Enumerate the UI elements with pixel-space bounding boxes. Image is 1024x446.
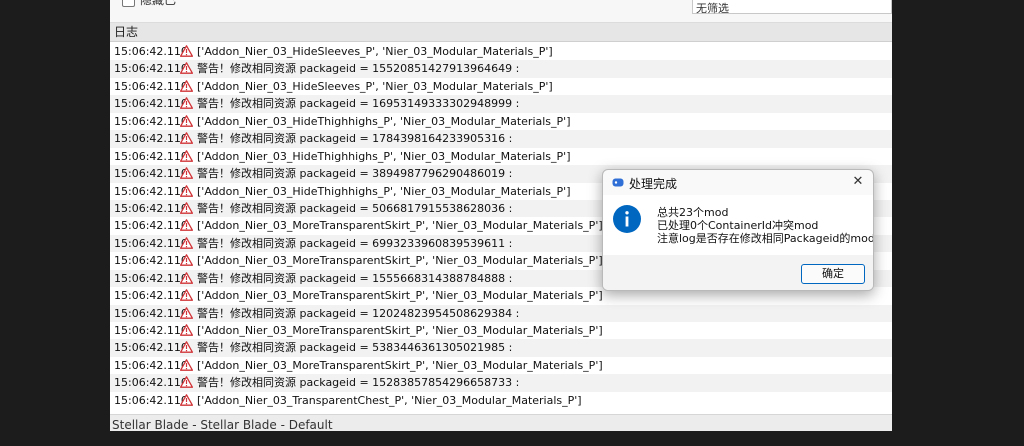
log-time: 15:06:42.110 [114, 254, 188, 268]
log-message: ['Addon_Nier_03_MoreTransparentSkirt_P',… [197, 358, 603, 372]
log-row[interactable]: 15:06:42.110 ['Addon_Nier_03_TransparentC… [110, 392, 892, 409]
log-message: 警告！修改相同资源 packageid = 699323396083953961… [197, 236, 513, 250]
log-message: ['Addon_Nier_03_MoreTransparentSkirt_P',… [197, 289, 603, 303]
log-message: ['Addon_Nier_03_TransparentChest_P', 'Ni… [197, 393, 582, 407]
filter-input[interactable]: 无筛选 [692, 0, 892, 15]
log-message: ['Addon_Nier_03_MoreTransparentSkirt_P',… [197, 254, 603, 268]
log-time: 15:06:42.110 [114, 271, 188, 285]
log-time: 15:06:42.110 [114, 306, 188, 320]
warning-triangle-icon [180, 289, 193, 301]
hide-checkbox[interactable] [122, 0, 135, 7]
info-icon [613, 205, 641, 233]
log-time: 15:06:42.110 [114, 236, 188, 250]
log-section-header: 日志 [110, 23, 892, 42]
warning-triangle-icon [180, 341, 193, 354]
log-time: 15:06:42.110 [114, 149, 188, 163]
warning-triangle-icon [180, 376, 193, 389]
warning-triangle-icon [180, 236, 193, 249]
status-bar: Stellar Blade - Stellar Blade - Default [110, 414, 892, 431]
warning-triangle-icon [180, 114, 193, 127]
log-message: 警告！修改相同资源 packageid = 120248239545086293… [197, 306, 520, 320]
log-message: ['Addon_Nier_03_HideSleeves_P', 'Nier_03… [197, 45, 553, 58]
filter-toolbar: 隐藏已 无筛选 [110, 0, 892, 23]
close-icon[interactable]: ✕ [849, 173, 867, 191]
warning-triangle-icon [180, 393, 193, 406]
dialog-message-line: 注意log是否存在修改相同Packageid的mod [657, 232, 874, 245]
log-message: 警告！修改相同资源 packageid = 169531493333029489… [197, 97, 520, 111]
log-message: ['Addon_Nier_03_HideThighhighs_P', 'Nier… [197, 184, 571, 198]
ok-button[interactable]: 确定 [801, 264, 865, 284]
log-time: 15:06:42.110 [114, 132, 188, 146]
log-message: 警告！修改相同资源 packageid = 152838578542966587… [197, 376, 520, 390]
log-row[interactable]: 15:06:42.110 警告！修改相同资源 packageid = 538344… [110, 339, 892, 357]
dialog-title: 处理完成 [629, 177, 678, 191]
log-time: 15:06:42.110 [114, 45, 188, 58]
warning-triangle-icon [180, 45, 193, 57]
warning-triangle-icon [180, 271, 193, 284]
log-message: ['Addon_Nier_03_HideThighhighs_P', 'Nier… [197, 149, 571, 163]
warning-triangle-icon [180, 219, 193, 232]
log-row[interactable]: 15:06:42.110 ['Addon_Nier_03_MoreTranspar… [110, 357, 892, 374]
log-time: 15:06:42.110 [114, 184, 188, 198]
log-time: 15:06:42.110 [114, 97, 188, 111]
log-time: 15:06:42.110 [114, 79, 188, 93]
warning-triangle-icon [180, 62, 193, 75]
log-message: ['Addon_Nier_03_HideSleeves_P', 'Nier_03… [197, 79, 553, 93]
log-time: 15:06:42.110 [114, 167, 188, 181]
log-message: ['Addon_Nier_03_HideThighhighs_P', 'Nier… [197, 114, 571, 128]
log-time: 15:06:42.110 [114, 358, 188, 372]
dialog-body: 总共23个mod 已处理0个ContainerId冲突mod 注意log是否存在… [603, 195, 873, 255]
dialog-footer: 确定 [603, 255, 873, 290]
log-row[interactable]: 15:06:42.110 警告！修改相同资源 packageid = 120248… [110, 304, 892, 322]
log-time: 15:06:42.110 [114, 219, 188, 233]
log-row[interactable]: 15:06:42.110 ['Addon_Nier_03_HideSleeves_… [110, 78, 892, 95]
log-time: 15:06:42.110 [114, 201, 188, 215]
log-message: 警告！修改相同资源 packageid = 389498779629048601… [197, 167, 513, 181]
log-message: 警告！修改相同资源 packageid = 538344636130502198… [197, 341, 513, 355]
log-time: 15:06:42.110 [114, 114, 188, 128]
log-time: 15:06:42.110 [114, 341, 188, 355]
log-row[interactable]: 15:06:42.110 ['Addon_Nier_03_HideThighhig… [110, 148, 892, 165]
dialog-message-line: 总共23个mod [657, 206, 729, 219]
log-time: 15:06:42.110 [114, 376, 188, 390]
filter-input-value: 无筛选 [696, 2, 729, 15]
log-message: ['Addon_Nier_03_MoreTransparentSkirt_P',… [197, 324, 603, 337]
warning-triangle-icon [180, 149, 193, 162]
warning-triangle-icon [180, 97, 193, 110]
log-row[interactable]: 15:06:42.110 ['Addon_Nier_03_HideThighhig… [110, 113, 892, 130]
warning-triangle-icon [180, 132, 193, 145]
log-message: ['Addon_Nier_03_MoreTransparentSkirt_P',… [197, 219, 603, 233]
warning-triangle-icon [180, 80, 193, 92]
log-time: 15:06:42.110 [114, 324, 188, 337]
log-message: 警告！修改相同资源 packageid = 178439816423390531… [197, 132, 513, 146]
log-row[interactable]: 15:06:42.110 警告！修改相同资源 packageid = 169531… [110, 95, 892, 113]
log-time: 15:06:42.110 [114, 289, 188, 303]
warning-triangle-icon [180, 306, 193, 319]
log-row[interactable]: 15:06:42.110 ['Addon_Nier_03_HideSleeves_… [110, 43, 892, 60]
log-message: 警告！修改相同资源 packageid = 506681791553862803… [197, 201, 513, 215]
warning-triangle-icon [180, 359, 193, 371]
log-time: 15:06:42.110 [114, 62, 188, 76]
dialog-message-line: 已处理0个ContainerId冲突mod [657, 219, 819, 232]
log-row[interactable]: 15:06:42.110 警告！修改相同资源 packageid = 178439… [110, 130, 892, 148]
warning-triangle-icon [180, 254, 193, 267]
dialog-titlebar[interactable]: 处理完成 ✕ [603, 170, 873, 195]
dialog-message: 总共23个mod 已处理0个ContainerId冲突mod 注意log是否存在… [657, 206, 874, 245]
log-message: 警告！修改相同资源 packageid = 155566831438878488… [197, 271, 513, 285]
app-icon [612, 178, 624, 187]
warning-triangle-icon [180, 167, 193, 179]
log-message: 警告！修改相同资源 packageid = 155208514279139646… [197, 62, 520, 76]
log-row[interactable]: 15:06:42.110 警告！修改相同资源 packageid = 155208… [110, 60, 892, 78]
log-row[interactable]: 15:06:42.110 警告！修改相同资源 packageid = 152838… [110, 374, 892, 392]
hide-checkbox-label: 隐藏已 [140, 0, 177, 7]
warning-triangle-icon [180, 324, 193, 336]
warning-triangle-icon [180, 184, 193, 197]
log-row[interactable]: 15:06:42.110 ['Addon_Nier_03_MoreTranspar… [110, 322, 892, 339]
completion-dialog: 处理完成 ✕ 总共23个mod 已处理0个ContainerId冲突mod 注意… [602, 169, 874, 291]
warning-triangle-icon [180, 202, 193, 214]
log-time: 15:06:42.110 [114, 393, 188, 407]
